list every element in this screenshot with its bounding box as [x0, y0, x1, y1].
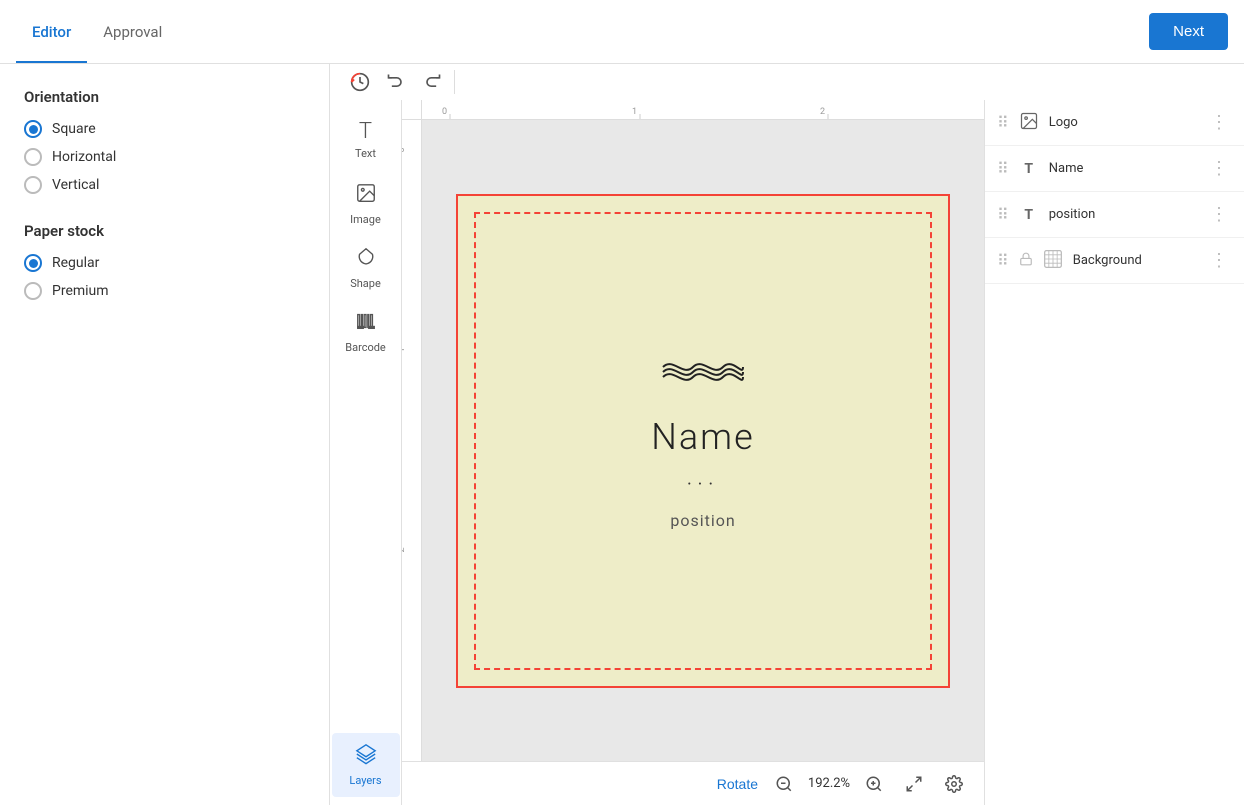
shape-icon [355, 246, 377, 273]
layer-name-logo: Logo [1049, 115, 1196, 130]
ruler-vertical: 0 1 2 [402, 120, 422, 761]
orientation-section: Orientation Square Horizontal Vertical [24, 88, 305, 194]
canvas-toolbar [330, 64, 1244, 100]
radio-premium [24, 282, 42, 300]
right-panel: ⠿ Logo ⋮ ⠿ T [984, 100, 1244, 805]
tab-editor[interactable]: Editor [16, 3, 87, 63]
app-header: Editor Approval Next [0, 0, 1244, 64]
layer-item-name[interactable]: ⠿ T Name ⋮ [985, 146, 1244, 192]
radio-square [24, 120, 42, 138]
orientation-horizontal-label: Horizontal [52, 149, 116, 165]
layers-icon [355, 743, 377, 770]
card-inner-border [474, 212, 932, 670]
layer-more-background[interactable]: ⋮ [1206, 248, 1232, 273]
svg-text:2: 2 [820, 107, 825, 117]
barcode-label: Barcode [345, 341, 386, 354]
orientation-square[interactable]: Square [24, 120, 305, 138]
radio-vertical [24, 176, 42, 194]
layers-list: ⠿ Logo ⋮ ⠿ T [985, 100, 1244, 805]
layers-label: Layers [349, 774, 381, 787]
zoom-in-button[interactable] [860, 770, 888, 798]
svg-text:0: 0 [402, 147, 407, 152]
layer-item-logo[interactable]: ⠿ Logo ⋮ [985, 100, 1244, 146]
layer-name-position: position [1049, 207, 1196, 222]
text-label: Text [355, 147, 376, 160]
layer-item-background[interactable]: ⠿ [985, 238, 1244, 284]
left-sidebar: Orientation Square Horizontal Vertical P… [0, 64, 330, 805]
tool-text[interactable]: T Text [332, 108, 400, 172]
toolbar-divider [454, 70, 455, 94]
zoom-controls: 192.2% [770, 770, 888, 798]
orientation-vertical-label: Vertical [52, 177, 99, 193]
svg-text:1: 1 [402, 347, 407, 352]
zoom-out-button[interactable] [770, 770, 798, 798]
ruler-container: 0 1 2 0 [402, 100, 984, 761]
radio-horizontal [24, 148, 42, 166]
drag-handle-name: ⠿ [997, 159, 1009, 178]
tool-shape[interactable]: Shape [332, 236, 400, 300]
paper-premium[interactable]: Premium [24, 282, 305, 300]
tab-bar: Editor Approval [16, 2, 178, 62]
shape-label: Shape [350, 277, 381, 290]
canvas-scroll[interactable]: Name ··· position [422, 120, 984, 761]
layer-name-background: Background [1073, 253, 1196, 268]
orientation-square-label: Square [52, 121, 96, 137]
background-layer-icon [1043, 249, 1063, 273]
svg-text:2: 2 [402, 547, 407, 552]
drag-handle-background: ⠿ [997, 251, 1009, 270]
ruler-top-row: 0 1 2 [402, 100, 984, 120]
bottom-bar: Rotate 192.2% [402, 761, 984, 805]
paper-premium-label: Premium [52, 283, 109, 299]
ruler-body: 0 1 2 [402, 120, 984, 761]
orientation-title: Orientation [24, 88, 305, 106]
drag-handle-logo: ⠿ [997, 113, 1009, 132]
image-label: Image [350, 213, 381, 226]
name-layer-icon: T [1019, 159, 1039, 179]
undo-button[interactable] [378, 64, 414, 100]
paper-stock-title: Paper stock [24, 222, 305, 240]
logo-layer-icon [1019, 111, 1039, 135]
ruler-horizontal: 0 1 2 [422, 100, 984, 120]
paper-regular[interactable]: Regular [24, 254, 305, 272]
layer-more-name[interactable]: ⋮ [1206, 156, 1232, 181]
layer-name-name: Name [1049, 161, 1196, 176]
tab-approval[interactable]: Approval [87, 3, 178, 63]
ruler-corner [402, 100, 422, 120]
image-icon [355, 182, 377, 209]
next-button[interactable]: Next [1149, 13, 1228, 50]
zoom-value: 192.2% [806, 776, 852, 791]
text-icon: T [359, 121, 372, 143]
layer-more-logo[interactable]: ⋮ [1206, 110, 1232, 135]
canvas-area: 0 1 2 0 [402, 100, 984, 805]
lock-icon-background [1019, 252, 1033, 270]
layer-more-position[interactable]: ⋮ [1206, 202, 1232, 227]
rotate-button[interactable]: Rotate [717, 776, 758, 792]
history-button[interactable] [342, 64, 378, 100]
settings-button[interactable] [940, 770, 968, 798]
tool-layers[interactable]: Layers [332, 733, 400, 797]
redo-button[interactable] [414, 64, 450, 100]
card-canvas: Name ··· position [456, 194, 950, 688]
tool-bar: T Text Image [330, 100, 402, 805]
paper-regular-label: Regular [52, 255, 99, 271]
main-layout: Orientation Square Horizontal Vertical P… [0, 64, 1244, 805]
position-layer-icon: T [1019, 205, 1039, 225]
drag-handle-position: ⠿ [997, 205, 1009, 224]
tool-barcode[interactable]: Barcode [332, 300, 400, 364]
paper-stock-section: Paper stock Regular Premium [24, 222, 305, 300]
layer-item-position[interactable]: ⠿ T position ⋮ [985, 192, 1244, 238]
svg-text:1: 1 [632, 107, 637, 117]
orientation-vertical[interactable]: Vertical [24, 176, 305, 194]
fullscreen-button[interactable] [900, 770, 928, 798]
barcode-icon [355, 310, 377, 337]
orientation-horizontal[interactable]: Horizontal [24, 148, 305, 166]
tool-image[interactable]: Image [332, 172, 400, 236]
svg-text:0: 0 [442, 107, 447, 117]
radio-regular [24, 254, 42, 272]
